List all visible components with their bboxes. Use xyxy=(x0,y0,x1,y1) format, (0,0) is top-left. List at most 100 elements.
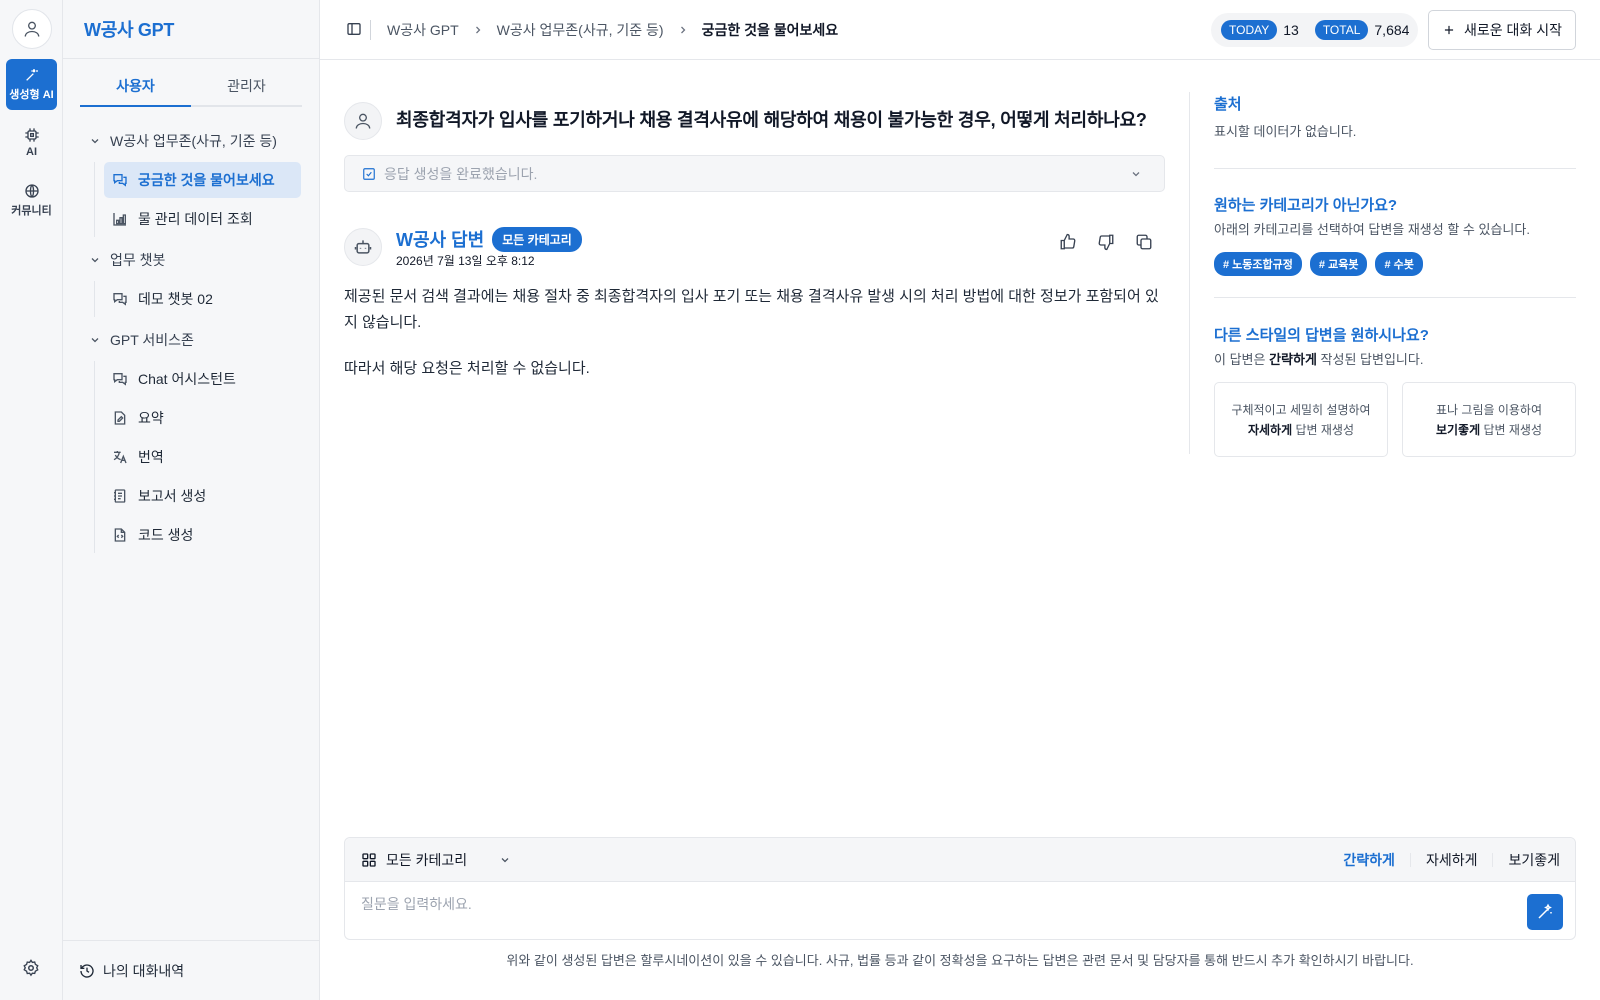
answer-paragraph: 제공된 문서 검색 결과에는 채용 절차 중 최종합격자의 입사 포기 또는 채… xyxy=(344,288,1159,331)
group-items: 궁금한 것을 물어보세요 물 관리 데이터 조회 xyxy=(94,162,320,237)
chevron-right-icon xyxy=(677,24,689,36)
chat-icon xyxy=(111,371,129,387)
today-count: 13 xyxy=(1283,22,1299,38)
rail-community[interactable]: 커뮤니티 xyxy=(6,175,57,226)
thumbs-down-icon[interactable] xyxy=(1097,233,1115,251)
style-option-visual[interactable]: 보기좋게 xyxy=(1492,853,1575,867)
breadcrumb-current: 궁금한 것을 물어보세요 xyxy=(701,22,839,38)
panel-divider xyxy=(1189,92,1190,454)
answer-header: W공사 답변 모든 카테고리 xyxy=(396,226,582,252)
sidebar-item-label: 보고서 생성 xyxy=(138,488,207,504)
sidebar-item-water-data[interactable]: 물 관리 데이터 조회 xyxy=(104,201,301,237)
rail-generative-ai[interactable]: 생성형 AI xyxy=(6,59,57,110)
group-gpt-service[interactable]: GPT 서비스존 xyxy=(63,321,320,359)
sidebar-item-demo-chatbot[interactable]: 데모 챗봇 02 xyxy=(104,281,301,317)
top-header: W공사 GPT W공사 업무존(사규, 기준 등) 궁금한 것을 물어보세요 T… xyxy=(320,0,1600,60)
card-action-rest: 답변 재생성 xyxy=(1480,422,1543,437)
translate-icon xyxy=(111,449,129,465)
response-status-bar[interactable]: 응답 생성을 완료했습니다. xyxy=(344,155,1165,192)
status-text: 응답 생성을 완료했습니다. xyxy=(384,165,538,182)
sidebar-item-label: 데모 챗봇 02 xyxy=(138,291,213,307)
sidebar-item-label: Chat 어시스턴트 xyxy=(138,371,236,387)
tab-user[interactable]: 사용자 xyxy=(80,66,191,107)
rail-label: 커뮤니티 xyxy=(11,205,52,217)
category-tags: # 노동조합규정 # 교육봇 # 수봇 xyxy=(1214,252,1576,276)
sidebar-toggle-icon[interactable] xyxy=(346,21,362,37)
user-avatar-icon[interactable] xyxy=(12,9,52,49)
usage-stats: TODAY 13 TOTAL 7,684 xyxy=(1211,13,1418,47)
sidebar-item-chat-assistant[interactable]: Chat 어시스턴트 xyxy=(104,361,301,397)
copy-icon[interactable] xyxy=(1135,233,1153,251)
tag-education-bot[interactable]: # 교육봇 xyxy=(1309,252,1368,276)
chart-icon xyxy=(111,211,129,227)
group-items: 데모 챗봇 02 xyxy=(94,281,320,317)
regenerate-visual-card[interactable]: 표나 그림을 이용하여 보기좋게 답변 재생성 xyxy=(1402,382,1576,457)
sidebar-item-ask[interactable]: 궁금한 것을 물어보세요 xyxy=(104,162,301,198)
my-history-link[interactable]: 나의 대화내역 xyxy=(63,940,320,1000)
thumbs-up-icon[interactable] xyxy=(1059,233,1077,251)
chevron-down-icon xyxy=(89,135,101,147)
rail-label: AI xyxy=(26,146,37,158)
history-icon xyxy=(79,963,95,979)
sidebar-item-code[interactable]: 코드 생성 xyxy=(104,517,301,553)
chevron-down-icon xyxy=(1130,168,1142,180)
style-sub: 이 답변은 간략하게 작성된 답변입니다. xyxy=(1214,349,1576,368)
tag-labor-union[interactable]: # 노동조합규정 xyxy=(1214,252,1302,276)
chat-icon xyxy=(111,291,129,307)
source-title: 출처 xyxy=(1214,96,1242,113)
new-chat-label: 새로운 대화 시작 xyxy=(1464,22,1562,38)
check-square-icon xyxy=(362,167,376,181)
question-input[interactable] xyxy=(361,896,1501,912)
breadcrumb-item[interactable]: W공사 GPT xyxy=(387,20,459,40)
card-action-bold: 자세하게 xyxy=(1247,422,1293,437)
settings-gear-icon[interactable] xyxy=(22,959,40,977)
question-text: 최종합격자가 입사를 포기하거나 채용 결격사유에 해당하여 채용이 불가능한 … xyxy=(396,110,1147,130)
breadcrumb-item[interactable]: W공사 업무존(사규, 기준 등) xyxy=(497,20,664,40)
chevron-right-icon xyxy=(472,24,484,36)
magic-wand-icon xyxy=(1536,903,1554,921)
answer-paragraph: 따라서 해당 요청은 처리할 수 없습니다. xyxy=(344,360,590,377)
sidebar-item-translate[interactable]: 번역 xyxy=(104,439,301,475)
category-sub: 아래의 카테고리를 선택하여 답변을 재생성 할 수 있습니다. xyxy=(1214,222,1530,237)
category-select[interactable]: 모든 카테고리 xyxy=(361,850,511,870)
history-label: 나의 대화내역 xyxy=(103,962,185,979)
magic-wand-icon xyxy=(24,67,40,83)
menu-tree: W공사 업무존(사규, 기준 등) 궁금한 것을 물어보세요 물 관리 데이터 … xyxy=(63,122,320,557)
chat-icon xyxy=(111,172,129,188)
app-rail: 생성형 AI AI 커뮤니티 xyxy=(0,0,63,1000)
source-section: 출처 표시할 데이터가 없습니다. xyxy=(1214,93,1576,140)
code-file-icon xyxy=(111,527,129,543)
card-line: 표나 그림을 이용하여 xyxy=(1435,402,1543,417)
style-sub-prefix: 이 답변은 xyxy=(1214,352,1270,367)
answer-style-options: 간략하게 자세하게 보기좋게 xyxy=(1328,838,1575,882)
tag-water-bot[interactable]: # 수봇 xyxy=(1375,252,1423,276)
style-option-detailed[interactable]: 자세하게 xyxy=(1409,853,1493,867)
rail-ai[interactable]: AI xyxy=(6,117,57,168)
chevron-down-icon xyxy=(89,254,101,266)
chevron-down-icon xyxy=(499,854,511,866)
sidebar-tabs: 사용자 관리자 xyxy=(80,66,302,107)
answer-actions xyxy=(1059,233,1153,251)
style-option-brief[interactable]: 간략하게 xyxy=(1328,853,1410,867)
sidebar-item-label: 물 관리 데이터 조회 xyxy=(138,211,253,227)
style-sub-suffix: 작성된 답변입니다. xyxy=(1316,352,1424,367)
card-action-bold: 보기좋게 xyxy=(1435,422,1481,437)
card-line: 구체적이고 세밀히 설명하여 xyxy=(1231,402,1371,417)
card-action: 자세하게 답변 재생성 xyxy=(1248,420,1354,440)
regenerate-detailed-card[interactable]: 구체적이고 세밀히 설명하여 자세하게 답변 재생성 xyxy=(1214,382,1388,457)
sidebar: W공사 GPT 사용자 관리자 W공사 업무존(사규, 기준 등) 궁금한 것을… xyxy=(63,0,320,1000)
chip-icon xyxy=(24,127,40,143)
answer-timestamp: 2026년 7월 13일 오후 8:12 xyxy=(396,254,535,268)
globe-icon xyxy=(24,183,40,199)
sidebar-item-summary[interactable]: 요약 xyxy=(104,400,301,436)
answer-name: W공사 답변 xyxy=(396,230,485,250)
tab-admin[interactable]: 관리자 xyxy=(191,66,302,105)
composer: 모든 카테고리 간략하게 자세하게 보기좋게 xyxy=(344,837,1576,940)
sidebar-item-report[interactable]: 보고서 생성 xyxy=(104,478,301,514)
group-work-zone[interactable]: W공사 업무존(사규, 기준 등) xyxy=(63,122,320,160)
plus-icon xyxy=(1442,23,1456,37)
group-work-chatbot[interactable]: 업무 챗봇 xyxy=(63,241,320,279)
brand-title[interactable]: W공사 GPT xyxy=(63,0,319,59)
new-chat-button[interactable]: 새로운 대화 시작 xyxy=(1428,10,1576,50)
send-button[interactable] xyxy=(1527,894,1563,930)
